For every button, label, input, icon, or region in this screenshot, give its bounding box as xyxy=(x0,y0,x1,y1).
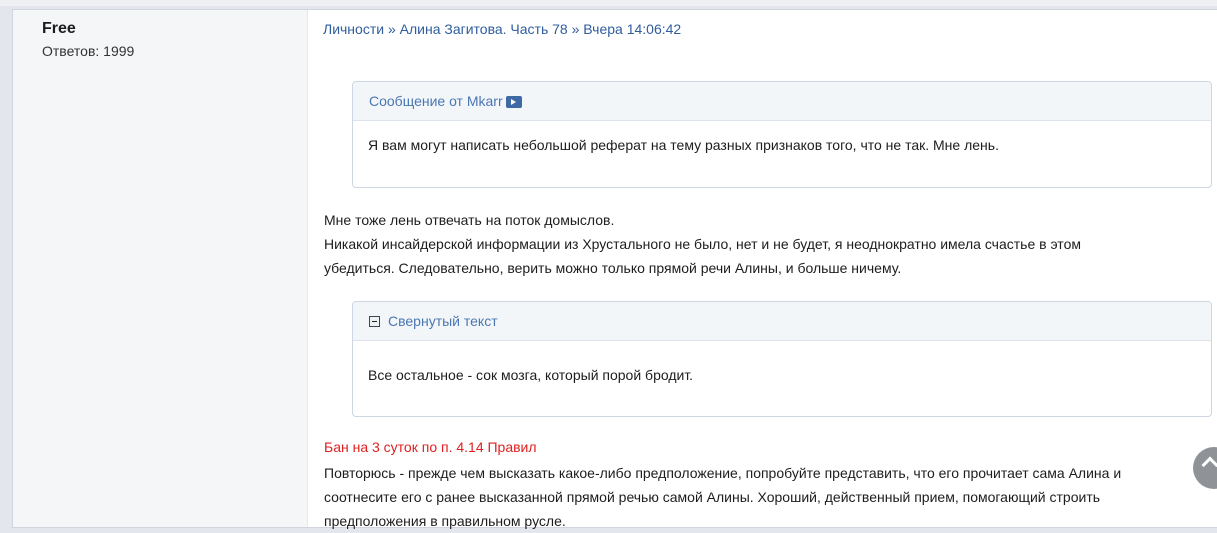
spoiler-header[interactable]: Свернутый текст xyxy=(353,302,1211,341)
quote-header: Сообщение от Mkarr xyxy=(353,82,1211,121)
quote-body: Я вам могут написать небольшой реферат н… xyxy=(368,137,999,153)
page-top-strip xyxy=(0,0,1217,6)
post-text-line: Никакой инсайдерской информации из Хруст… xyxy=(324,236,1081,252)
post-text-line: Повторюсь - прежде чем высказать какое-л… xyxy=(324,465,1122,481)
spoiler-block: Свернутый текст Все остальное - сок мозг… xyxy=(352,301,1212,417)
spoiler-body: Все остальное - сок мозга, который порой… xyxy=(368,367,694,383)
breadcrumb-topic-link[interactable]: Алина Загитова. Часть 78 xyxy=(400,21,568,37)
post-paragraph: Мне тоже лень отвечать на поток домыслов… xyxy=(324,208,1081,280)
spoiler-header-label[interactable]: Свернутый текст xyxy=(388,313,498,329)
post-timestamp-link[interactable]: Вчера 14:06:42 xyxy=(583,21,681,37)
post-paragraph: Повторюсь - прежде чем высказать какое-л… xyxy=(324,461,1121,533)
post-text-line: Мне тоже лень отвечать на поток домыслов… xyxy=(324,212,615,228)
post-text-line: соотнесите его с ранее высказанной прямо… xyxy=(324,489,1101,505)
collapse-minus-icon[interactable] xyxy=(369,316,380,327)
author-reply-count: Ответов: 1999 xyxy=(42,43,135,59)
post-author-panel: Free Ответов: 1999 xyxy=(13,10,308,527)
quote-header-label: Сообщение от Mkarr xyxy=(369,93,503,109)
breadcrumb-section-link[interactable]: Личности xyxy=(323,21,384,37)
post-breadcrumb: Личности » Алина Загитова. Часть 78 » Вч… xyxy=(323,21,681,37)
breadcrumb-separator: » xyxy=(384,21,400,37)
post-text-line: предположения в правильном русле. xyxy=(324,513,566,529)
breadcrumb-separator: » xyxy=(567,21,584,37)
jump-to-post-icon[interactable] xyxy=(505,96,522,108)
quote-block: Сообщение от Mkarr Я вам могут написать … xyxy=(352,81,1212,188)
post-text-line: убедиться. Следовательно, верить можно т… xyxy=(324,260,902,276)
forum-post: Free Ответов: 1999 Личности » Алина Заги… xyxy=(12,9,1217,529)
author-name[interactable]: Free xyxy=(42,20,76,38)
moderator-ban-note: Бан на 3 суток по п. 4.14 Правил xyxy=(324,439,537,455)
